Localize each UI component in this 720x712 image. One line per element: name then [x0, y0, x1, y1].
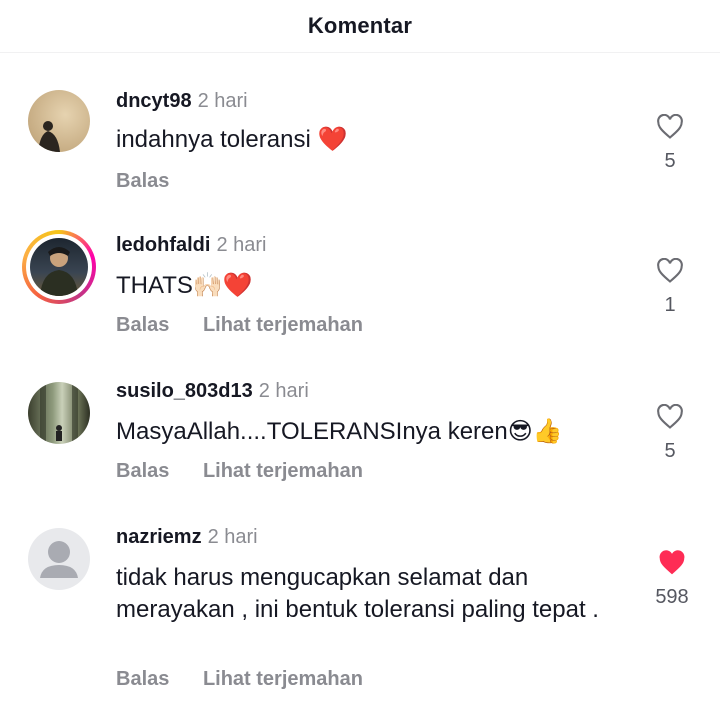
like-count: 5 [664, 150, 676, 172]
like-control[interactable]: 5 [640, 404, 700, 463]
like-count: 5 [664, 440, 676, 462]
comment-body: THATS [116, 272, 193, 299]
emoji: 🙌🏻❤️ [192, 272, 253, 299]
avatar[interactable] [28, 528, 90, 590]
timestamp: 2 hari [258, 380, 309, 402]
comment-meta: ledohfaldi 2 hari [116, 234, 266, 257]
comment-meta: susilo_803d13 2 hari [116, 380, 309, 403]
avatar-image [38, 121, 60, 152]
username[interactable]: dncyt98 [116, 90, 192, 112]
username[interactable]: susilo_803d13 [116, 380, 253, 402]
avatar-image [40, 247, 78, 296]
comment-actions: Balas Lihat terjemahan [116, 314, 391, 337]
emoji: 😎👍 [507, 418, 563, 445]
heart-outline-icon[interactable] [656, 258, 684, 284]
timestamp: 2 hari [197, 90, 248, 112]
comment-text: tidak harus mengucapkan selamat dan mera… [116, 562, 616, 626]
comment-meta: dncyt98 2 hari [116, 90, 248, 113]
reply-button[interactable]: Balas [116, 460, 169, 482]
translate-button[interactable]: Lihat terjemahan [203, 460, 363, 482]
like-control[interactable]: 1 [640, 258, 700, 317]
reply-button[interactable]: Balas [116, 170, 169, 192]
avatar[interactable] [28, 382, 90, 444]
timestamp: 2 hari [207, 526, 258, 548]
comment-body: tidak harus mengucapkan selamat dan mera… [116, 564, 599, 623]
username[interactable]: nazriemz [116, 526, 202, 548]
username[interactable]: ledohfaldi [116, 234, 210, 256]
like-control[interactable]: 598 [642, 550, 702, 609]
comment-body: MasyaAllah....TOLERANSInya keren [116, 418, 508, 445]
avatar[interactable] [28, 90, 90, 152]
page-title: Komentar [307, 13, 413, 38]
default-avatar-icon [40, 541, 78, 578]
like-count: 1 [664, 294, 676, 316]
translate-button[interactable]: Lihat terjemahan [203, 314, 363, 336]
heart-outline-icon[interactable] [656, 114, 684, 140]
reply-button[interactable]: Balas [116, 668, 169, 690]
comments-header: Komentar [0, 0, 720, 53]
like-count: 598 [655, 586, 689, 608]
comment-actions: Balas Lihat terjemahan [116, 460, 391, 483]
heart-outline-icon[interactable] [656, 404, 684, 430]
heart-filled-icon[interactable] [658, 550, 686, 576]
reply-button[interactable]: Balas [116, 314, 169, 336]
comment-meta: nazriemz 2 hari [116, 526, 258, 549]
like-control[interactable]: 5 [640, 114, 700, 173]
avatar[interactable] [22, 230, 96, 304]
comment-body: indahnya toleransi [116, 126, 311, 153]
timestamp: 2 hari [216, 234, 267, 256]
comment-actions: Balas [116, 170, 197, 193]
comment-text: MasyaAllah....TOLERANSInya keren😎👍 [116, 416, 596, 448]
translate-button[interactable]: Lihat terjemahan [203, 668, 363, 690]
comment-text: indahnya toleransi ❤️ [116, 124, 596, 156]
avatar-image [40, 382, 78, 444]
comment-text: THATS🙌🏻❤️ [116, 270, 596, 302]
emoji: ❤️ [317, 126, 348, 153]
comment-actions: Balas Lihat terjemahan [116, 668, 391, 691]
